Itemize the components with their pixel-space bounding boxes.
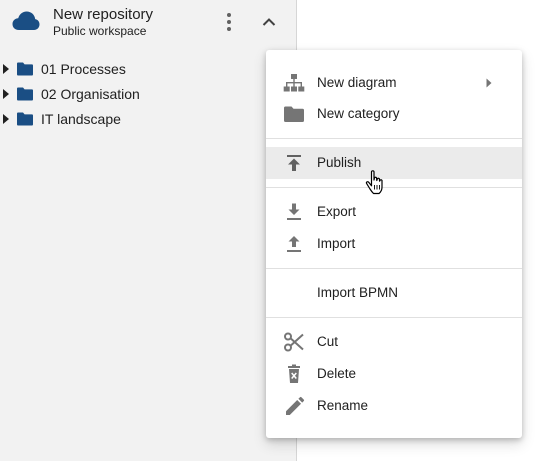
repository-subtitle: Public workspace (53, 24, 147, 38)
upload-icon (287, 236, 301, 252)
tree-item-label: 02 Organisation (41, 86, 140, 102)
menu-item-delete[interactable]: Delete (266, 358, 522, 390)
menu-item-import[interactable]: Import (266, 228, 522, 260)
cloud-icon (12, 11, 40, 30)
menu-item-label: Cut (317, 334, 339, 349)
scissors-icon (284, 332, 304, 352)
folder-tree: 01 Processes 02 Organisation IT landscap… (0, 57, 296, 132)
folder-icon (17, 62, 33, 76)
menu-item-cut[interactable]: Cut (266, 326, 522, 358)
menu-item-label: Export (317, 204, 357, 219)
tree-item-label: 01 Processes (41, 61, 126, 77)
folder-icon (17, 112, 33, 126)
menu-item-label: Delete (317, 366, 357, 381)
menu-item-label: New category (317, 106, 400, 121)
folder-icon (284, 106, 304, 122)
trash-icon (288, 364, 300, 383)
tree-item-it-landscape[interactable]: IT landscape (0, 107, 296, 132)
caret-right-icon[interactable] (2, 88, 10, 100)
folder-icon (17, 87, 33, 101)
submenu-arrow-icon (486, 78, 492, 88)
menu-item-new-diagram[interactable]: New diagram (266, 67, 522, 99)
menu-divider (266, 187, 522, 188)
chevron-up-icon[interactable] (260, 13, 278, 31)
menu-item-new-category[interactable]: New category (266, 98, 522, 130)
menu-item-label: Import BPMN (317, 285, 399, 300)
download-icon (287, 203, 301, 220)
caret-right-icon[interactable] (2, 113, 10, 125)
pencil-icon (286, 396, 305, 415)
repository-title: New repository (53, 6, 154, 23)
menu-item-export[interactable]: Export (266, 196, 522, 228)
menu-item-rename[interactable]: Rename (266, 390, 522, 422)
context-menu: New diagram New category Publish Export … (266, 50, 522, 438)
menu-item-import-bpmn[interactable]: Import BPMN (266, 277, 522, 309)
more-options-icon[interactable] (221, 11, 237, 33)
menu-divider (266, 138, 522, 139)
tree-item-label: IT landscape (41, 111, 121, 127)
tree-item-organisation[interactable]: 02 Organisation (0, 82, 296, 107)
menu-item-label: Publish (317, 155, 362, 170)
menu-divider (266, 317, 522, 318)
publish-icon (287, 155, 301, 171)
menu-item-label: Import (317, 236, 356, 251)
hierarchy-icon (283, 74, 305, 92)
menu-divider (266, 268, 522, 269)
caret-right-icon[interactable] (2, 63, 10, 75)
tree-item-processes[interactable]: 01 Processes (0, 57, 296, 82)
menu-item-publish[interactable]: Publish (266, 147, 522, 179)
repository-header[interactable]: New repository Public workspace (0, 0, 296, 46)
menu-item-label: New diagram (317, 75, 397, 90)
menu-item-label: Rename (317, 398, 369, 413)
repository-sidebar: New repository Public workspace 01 Proce… (0, 0, 297, 461)
